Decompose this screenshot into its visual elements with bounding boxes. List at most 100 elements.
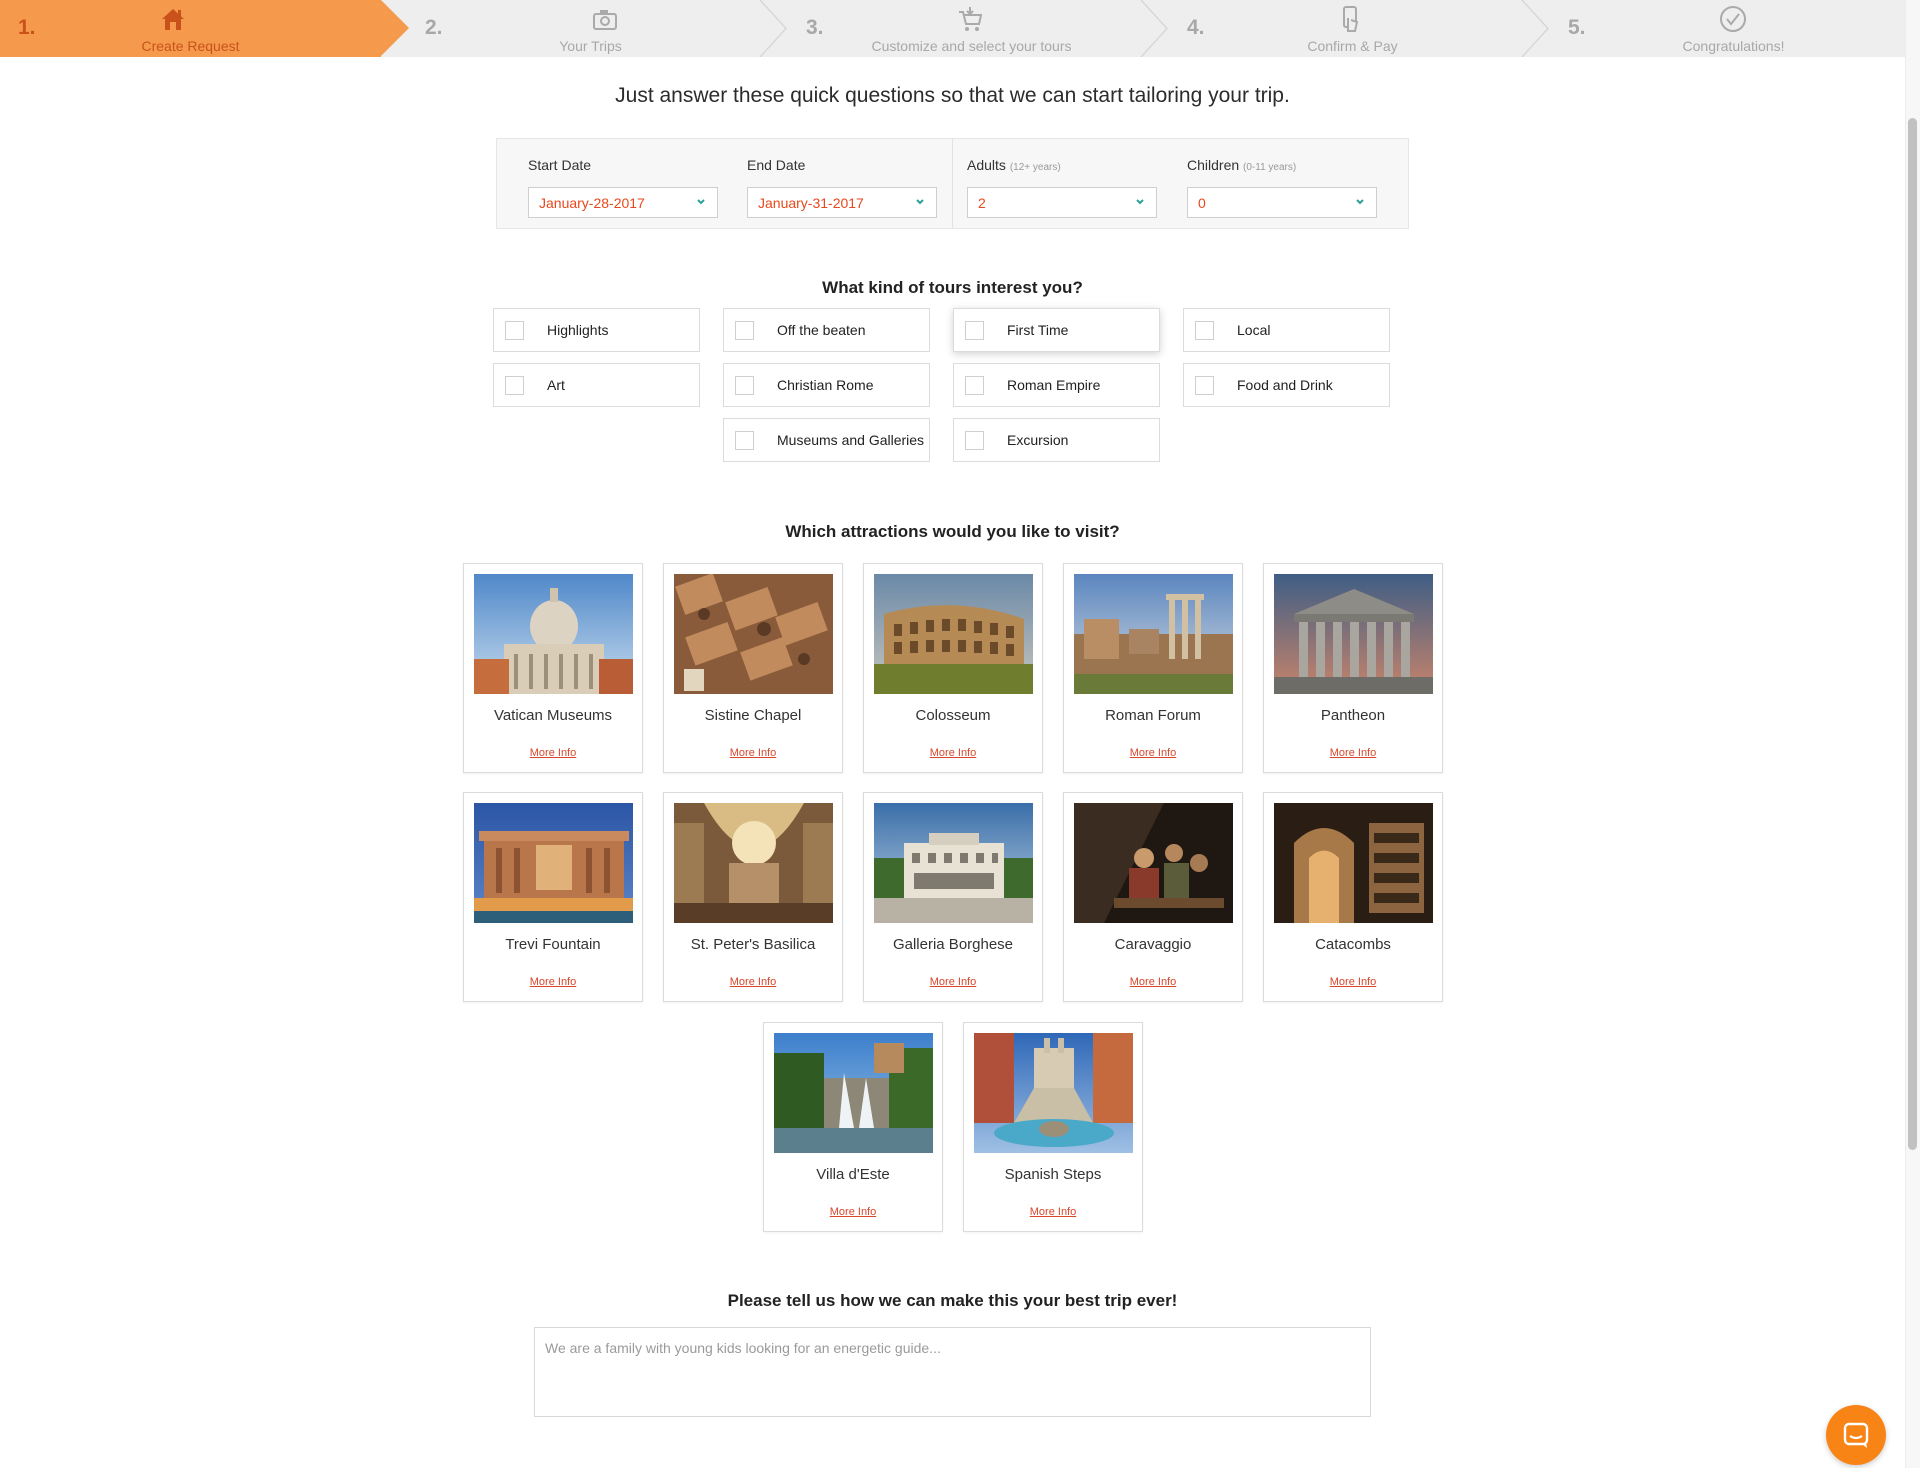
checkbox[interactable] — [965, 320, 984, 340]
attraction-name: Sistine Chapel — [704, 707, 802, 724]
tour-option-local[interactable]: Local — [1183, 308, 1390, 352]
attraction-card-st-peters-basilica[interactable]: St. Peter's Basilica More Info — [663, 792, 843, 1002]
more-info-link[interactable]: More Info — [1264, 976, 1442, 988]
attraction-card-pantheon[interactable]: Pantheon More Info — [1263, 563, 1443, 773]
tour-option-label: Christian Rome — [777, 377, 874, 393]
start-date-value: January-28-2017 — [539, 195, 645, 211]
tour-option-roman-empire[interactable]: Roman Empire — [953, 363, 1160, 407]
checkbox[interactable] — [735, 320, 754, 340]
more-info-link[interactable]: More Info — [1064, 976, 1242, 988]
attraction-name: Caravaggio — [1114, 936, 1192, 953]
checkbox[interactable] — [735, 375, 754, 395]
trip-notes-textarea[interactable] — [534, 1327, 1371, 1417]
attraction-card-trevi-fountain[interactable]: Trevi Fountain More Info — [463, 792, 643, 1002]
adults-value: 2 — [978, 195, 986, 211]
more-info-link[interactable]: More Info — [764, 1206, 942, 1218]
adults-label: Adults (12+ years) — [967, 157, 1157, 177]
tour-option-excursion[interactable]: Excursion — [953, 418, 1160, 462]
more-info-link[interactable]: More Info — [1064, 747, 1242, 759]
attraction-card-caravaggio[interactable]: Caravaggio More Info — [1063, 792, 1243, 1002]
more-info-link[interactable]: More Info — [464, 976, 642, 988]
more-info-link[interactable]: More Info — [464, 747, 642, 759]
tour-option-christian-rome[interactable]: Christian Rome — [723, 363, 930, 407]
checkbox[interactable] — [505, 320, 524, 340]
adults-select[interactable]: 2 — [967, 187, 1157, 218]
attraction-photo — [1274, 574, 1433, 694]
chat-button[interactable] — [1826, 1405, 1886, 1465]
more-info-link[interactable]: More Info — [864, 747, 1042, 759]
attraction-card-villa-deste[interactable]: Villa d'Este More Info — [763, 1022, 943, 1232]
attraction-name: Galleria Borghese — [892, 936, 1014, 953]
end-date-select[interactable]: January-31-2017 — [747, 187, 937, 218]
adults-field: Adults (12+ years) 2 — [967, 157, 1157, 218]
chat-icon — [1843, 1422, 1869, 1448]
checkbox[interactable] — [1195, 320, 1214, 340]
step-confirm-pay[interactable]: 4. Confirm & Pay — [1169, 0, 1550, 57]
checkbox[interactable] — [735, 430, 754, 450]
step-customize[interactable]: 3. Customize and select your tours — [788, 0, 1169, 57]
tour-option-highlights[interactable]: Highlights — [493, 308, 700, 352]
end-date-value: January-31-2017 — [758, 195, 864, 211]
attraction-card-spanish-steps[interactable]: Spanish Steps More Info — [963, 1022, 1143, 1232]
attraction-photo — [1074, 574, 1233, 694]
scrollbar[interactable] — [1905, 0, 1920, 1468]
checkbox[interactable] — [965, 375, 984, 395]
scrollbar-thumb[interactable] — [1908, 118, 1917, 1150]
tour-option-first-time[interactable]: First Time — [953, 308, 1160, 352]
more-info-link[interactable]: More Info — [664, 747, 842, 759]
attraction-photo — [474, 574, 633, 694]
attraction-card-vatican-museums[interactable]: Vatican Museums More Info — [463, 563, 643, 773]
chevron-down-icon — [916, 199, 924, 205]
checkbox[interactable] — [505, 375, 524, 395]
attraction-card-colosseum[interactable]: Colosseum More Info — [863, 563, 1043, 773]
attraction-card-roman-forum[interactable]: Roman Forum More Info — [1063, 563, 1243, 773]
attraction-photo — [474, 803, 633, 923]
step-label: Confirm & Pay — [1307, 38, 1398, 54]
step-number: 5. — [1568, 16, 1586, 39]
step-number: 2. — [425, 16, 443, 39]
children-select[interactable]: 0 — [1187, 187, 1377, 218]
attraction-photo — [1074, 803, 1233, 923]
checkbox[interactable] — [1195, 375, 1214, 395]
panel-divider — [952, 139, 953, 228]
children-hint: (0-11 years) — [1243, 162, 1297, 173]
tour-option-museums-and-galleries[interactable]: Museums and Galleries — [723, 418, 930, 462]
children-value: 0 — [1198, 195, 1206, 211]
chevron-down-icon — [1136, 199, 1144, 205]
step-number: 4. — [1187, 16, 1205, 39]
adults-hint: (12+ years) — [1009, 162, 1061, 173]
start-date-select[interactable]: January-28-2017 — [528, 187, 718, 218]
tour-option-food-and-drink[interactable]: Food and Drink — [1183, 363, 1390, 407]
tour-option-label: First Time — [1007, 322, 1069, 338]
attraction-name: Pantheon — [1320, 707, 1386, 724]
checkbox[interactable] — [965, 430, 984, 450]
step-congratulations[interactable]: 5. Congratulations! — [1550, 0, 1905, 57]
tours-title: What kind of tours interest you? — [822, 278, 1083, 297]
step-create-request[interactable]: 1. Create Request — [0, 0, 409, 57]
more-info-link[interactable]: More Info — [964, 1206, 1142, 1218]
tour-option-label: Off the beaten — [777, 322, 866, 338]
step-your-trips[interactable]: 2. Your Trips — [407, 0, 788, 57]
tour-option-off-the-beaten[interactable]: Off the beaten — [723, 308, 930, 352]
more-info-link[interactable]: More Info — [664, 976, 842, 988]
end-date-field: End Date January-31-2017 — [747, 157, 937, 218]
check-circle-icon — [1716, 3, 1750, 35]
more-info-link[interactable]: More Info — [1264, 747, 1442, 759]
attraction-name: Trevi Fountain — [505, 936, 601, 953]
attraction-card-sistine-chapel[interactable]: Sistine Chapel More Info — [663, 563, 843, 773]
step-label: Customize and select your tours — [871, 38, 1072, 54]
step-number: 1. — [18, 16, 36, 39]
attraction-photo — [874, 574, 1033, 694]
attraction-name: Spanish Steps — [1004, 1166, 1102, 1183]
attraction-photo — [874, 803, 1033, 923]
attraction-photo — [774, 1033, 933, 1153]
step-label: Your Trips — [559, 38, 622, 54]
trip-details-panel: Start Date January-28-2017 End Date Janu… — [496, 138, 1409, 229]
more-info-link[interactable]: More Info — [864, 976, 1042, 988]
attraction-card-catacombs[interactable]: Catacombs More Info — [1263, 792, 1443, 1002]
attraction-name: Roman Forum — [1105, 707, 1201, 724]
tour-option-art[interactable]: Art — [493, 363, 700, 407]
attraction-card-galleria-borghese[interactable]: Galleria Borghese More Info — [863, 792, 1043, 1002]
attractions-title: Which attractions would you like to visi… — [785, 522, 1120, 541]
cart-icon — [953, 3, 987, 35]
